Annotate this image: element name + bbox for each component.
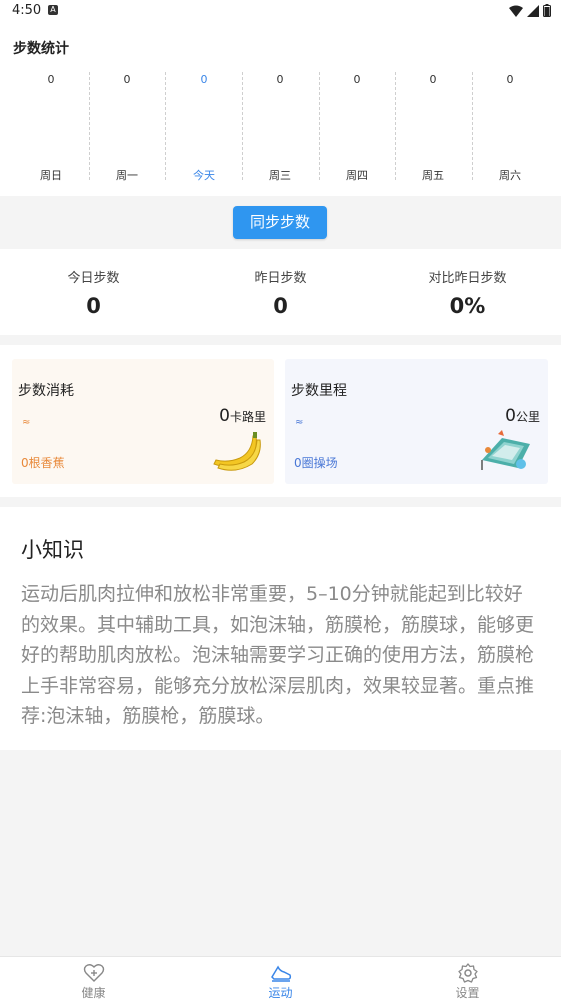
heart-plus-icon: [83, 964, 104, 982]
tips-title: 小知识: [21, 538, 84, 562]
day-value: 0: [353, 73, 361, 86]
day-column-today[interactable]: 0 今天: [166, 68, 242, 186]
nav-label: 运动: [268, 986, 293, 1000]
status-icons: [509, 4, 551, 17]
nav-label: 健康: [81, 986, 106, 1000]
banana-equivalent: 0根香蕉: [21, 456, 65, 470]
battery-icon: [543, 4, 551, 17]
metric-cards: 步数消耗 0卡路里 ≈ 0根香蕉 步数里程 0公里 ≈ 0圈操场: [0, 345, 561, 497]
distance-unit: 公里: [515, 410, 540, 424]
day-column-mon[interactable]: 0 周一: [89, 68, 165, 186]
stat-value: 0: [273, 294, 288, 318]
day-column-wed[interactable]: 0 周三: [242, 68, 318, 186]
sneaker-icon: [270, 965, 291, 982]
calorie-number: 0: [219, 406, 230, 426]
day-label: 周一: [116, 169, 138, 182]
day-column-sat[interactable]: 0 周六: [472, 68, 548, 186]
gear-icon: [457, 963, 478, 983]
distance-value: 0公里: [505, 406, 540, 426]
chart-title: 步数统计: [13, 41, 69, 57]
bottom-nav: 健康 运动 设置: [0, 956, 561, 1005]
day-value: 0: [47, 73, 55, 86]
day-label: 周日: [40, 169, 62, 182]
day-value: 0: [429, 73, 437, 86]
day-value: 0: [123, 73, 131, 86]
calorie-unit: 卡路里: [229, 410, 266, 424]
day-value: 0: [506, 73, 514, 86]
step-chart-card: 步数统计 0 周日 0 周一 0 今天 0 周三 0 周四 0 周五 0 周六: [0, 24, 561, 196]
stat-compare: 对比昨日步数 0%: [374, 267, 561, 318]
track-equivalent: 0圈操场: [294, 456, 338, 470]
nav-health[interactable]: 健康: [0, 963, 187, 1001]
running-track-icon: [481, 430, 530, 470]
day-label: 周五: [422, 169, 444, 182]
nav-settings[interactable]: 设置: [374, 963, 561, 1001]
status-time: 4:50: [12, 3, 42, 18]
approx-sign: ≈: [22, 417, 31, 428]
signal-icon: [527, 4, 539, 17]
day-label: 周四: [346, 169, 368, 182]
wifi-icon: [509, 5, 523, 17]
banana-icon: [213, 432, 261, 471]
tips-card: 小知识 运动后肌肉拉伸和放松非常重要，5–10分钟就能起到比较好的效果。其中辅助…: [0, 507, 561, 750]
day-label: 周三: [269, 169, 291, 182]
day-column-thu[interactable]: 0 周四: [319, 68, 395, 186]
sync-section: 同步步数: [0, 196, 561, 248]
day-label: 周六: [499, 169, 521, 182]
stat-yesterday: 昨日步数 0: [187, 267, 374, 318]
stat-label: 今日步数: [67, 271, 120, 286]
stat-value: 0%: [449, 294, 486, 318]
approx-sign: ≈: [295, 417, 304, 428]
stat-today: 今日步数 0: [0, 267, 187, 318]
day-column-fri[interactable]: 0 周五: [395, 68, 471, 186]
nav-exercise[interactable]: 运动: [187, 963, 374, 1001]
step-stats-card: 今日步数 0 昨日步数 0 对比昨日步数 0%: [0, 249, 561, 335]
distance-title: 步数里程: [291, 383, 347, 399]
notification-badge: A: [48, 5, 58, 15]
calorie-title: 步数消耗: [18, 383, 74, 399]
stat-label: 昨日步数: [254, 271, 307, 286]
tips-body: 运动后肌肉拉伸和放松非常重要，5–10分钟就能起到比较好的效果。其中辅助工具，如…: [21, 583, 535, 727]
day-column-sun[interactable]: 0 周日: [13, 68, 89, 186]
distance-number: 0: [505, 406, 516, 426]
day-value: 0: [276, 73, 284, 86]
day-label: 今天: [193, 169, 215, 182]
nav-label: 设置: [455, 986, 480, 1000]
stat-value: 0: [86, 294, 101, 318]
day-value: 0: [200, 73, 208, 86]
calorie-card[interactable]: 步数消耗 0卡路里 ≈ 0根香蕉: [12, 359, 274, 484]
distance-card[interactable]: 步数里程 0公里 ≈ 0圈操场: [285, 359, 548, 484]
sync-steps-button[interactable]: 同步步数: [233, 206, 327, 239]
status-bar: 4:50 A: [0, 0, 561, 24]
calorie-value: 0卡路里: [219, 406, 266, 426]
stat-label: 对比昨日步数: [428, 271, 507, 286]
